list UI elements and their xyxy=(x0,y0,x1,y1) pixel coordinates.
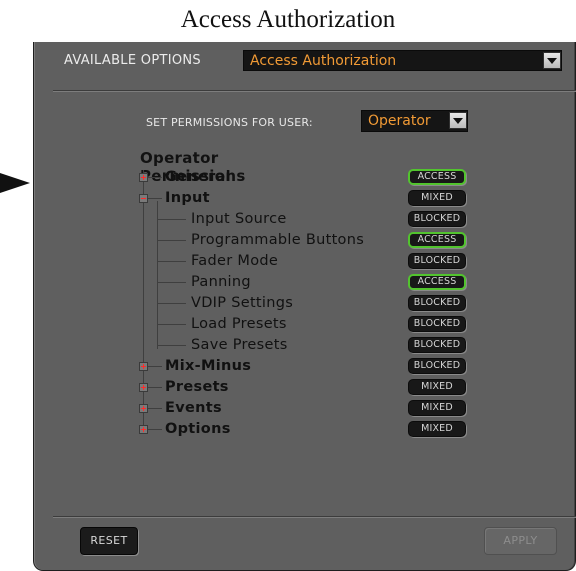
status-badge[interactable]: BLOCKED xyxy=(408,358,466,374)
status-badge[interactable]: BLOCKED xyxy=(408,316,466,332)
tree-row[interactable]: Options MIXED xyxy=(34,420,494,441)
tree-row-label: VDIP Settings xyxy=(191,295,294,311)
status-badge[interactable]: MIXED xyxy=(408,400,466,416)
tree-row[interactable]: Input Source BLOCKED xyxy=(34,210,494,231)
tree-connector xyxy=(148,198,162,199)
tree-row-label: Panning xyxy=(191,274,251,290)
tree-row-label: General xyxy=(165,169,231,185)
tree-connector xyxy=(158,282,186,283)
tree-row-label: Save Presets xyxy=(191,337,288,353)
expand-icon[interactable] xyxy=(139,425,148,434)
user-select-value: Operator xyxy=(368,113,431,129)
tree-row[interactable]: Mix-Minus BLOCKED xyxy=(34,357,494,378)
tree-row-label: Input xyxy=(165,190,210,206)
tree-row[interactable]: Save Presets BLOCKED xyxy=(34,336,494,357)
tree-row[interactable]: General ACCESS xyxy=(34,168,494,189)
tree-row-label: Load Presets xyxy=(191,316,287,332)
tree-row[interactable]: Fader Mode BLOCKED xyxy=(34,252,494,273)
tree-row-label: Options xyxy=(165,421,231,437)
chevron-down-icon[interactable] xyxy=(449,112,467,129)
expand-icon[interactable] xyxy=(139,383,148,392)
tree-connector xyxy=(148,366,162,367)
status-badge[interactable]: ACCESS xyxy=(408,169,466,185)
tree-row[interactable]: Programmable Buttons ACCESS xyxy=(34,231,494,252)
user-select[interactable]: Operator xyxy=(361,110,468,132)
tree-row-label: Input Source xyxy=(191,211,287,227)
status-badge[interactable]: BLOCKED xyxy=(408,253,466,269)
available-options-label: AVAILABLE OPTIONS xyxy=(64,53,201,68)
status-badge[interactable]: MIXED xyxy=(408,379,466,395)
divider xyxy=(53,90,576,92)
status-badge[interactable]: ACCESS xyxy=(408,274,466,290)
status-badge[interactable]: MIXED xyxy=(408,421,466,437)
tree-row-label: Programmable Buttons xyxy=(191,232,365,248)
tree-connector xyxy=(158,345,186,346)
tree-connector xyxy=(148,408,162,409)
expand-icon[interactable] xyxy=(139,404,148,413)
figure-caption: Access Authorization xyxy=(180,6,396,33)
status-badge[interactable]: BLOCKED xyxy=(408,295,466,311)
tree-connector xyxy=(148,387,162,388)
status-badge[interactable]: BLOCKED xyxy=(408,211,466,227)
status-badge[interactable]: MIXED xyxy=(408,190,466,206)
tree-connector xyxy=(158,219,186,220)
tree-connector xyxy=(148,177,162,178)
tree-row-label: Mix-Minus xyxy=(165,358,252,374)
tree-connector xyxy=(158,261,186,262)
status-badge[interactable]: BLOCKED xyxy=(408,337,466,353)
tree-row[interactable]: VDIP Settings BLOCKED xyxy=(34,294,494,315)
divider xyxy=(53,516,576,518)
collapse-icon[interactable] xyxy=(139,194,148,203)
reset-button[interactable]: RESET xyxy=(80,527,138,555)
chevron-down-icon[interactable] xyxy=(543,52,561,69)
tree-connector xyxy=(158,303,186,304)
pointer-arrow-icon xyxy=(0,173,30,193)
tree-row-label: Fader Mode xyxy=(191,253,279,269)
tree-connector xyxy=(158,240,186,241)
tree-row[interactable]: Load Presets BLOCKED xyxy=(34,315,494,336)
available-options-value: Access Authorization xyxy=(250,53,397,69)
tree-row[interactable]: Events MIXED xyxy=(34,399,494,420)
status-badge[interactable]: ACCESS xyxy=(408,232,466,248)
access-authorization-panel: AVAILABLE OPTIONS Access Authorization S… xyxy=(33,42,576,571)
tree-connector xyxy=(158,324,186,325)
tree-row-label: Presets xyxy=(165,379,229,395)
tree-row[interactable]: Panning ACCESS xyxy=(34,273,494,294)
expand-icon[interactable] xyxy=(139,173,148,182)
tree-connector xyxy=(148,429,162,430)
available-options-select[interactable]: Access Authorization xyxy=(243,50,562,71)
tree-row[interactable]: Presets MIXED xyxy=(34,378,494,399)
tree-row-label: Events xyxy=(165,400,222,416)
apply-button[interactable]: APPLY xyxy=(484,527,557,555)
tree-row[interactable]: Input MIXED xyxy=(34,189,494,210)
set-permissions-label: SET PERMISSIONS FOR USER: xyxy=(146,116,313,129)
expand-icon[interactable] xyxy=(139,362,148,371)
